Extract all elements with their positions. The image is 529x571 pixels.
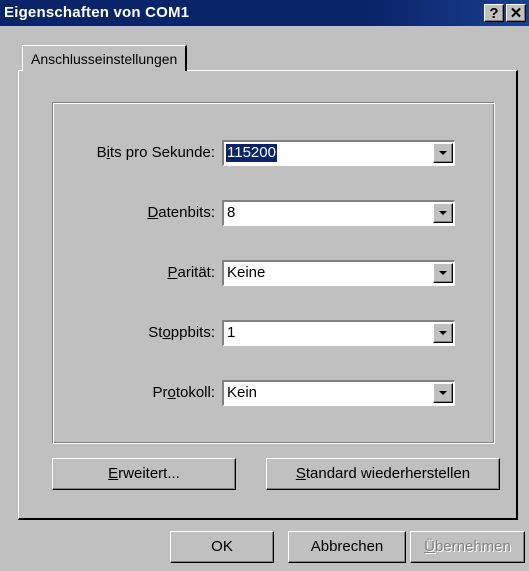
restore-defaults-button[interactable]: Standard wiederherstellen (266, 458, 500, 490)
parity-label: Parität: (167, 264, 215, 281)
tab-label: Anschlusseinstellungen (31, 51, 178, 67)
stop-bits-select[interactable]: 1 (222, 320, 455, 346)
bits-per-second-label: Bits pro Sekunde: (96, 144, 215, 161)
data-bits-value: 8 (227, 204, 236, 221)
data-bits-label: Datenbits: (147, 204, 215, 221)
parity-select[interactable]: Keine (222, 260, 455, 286)
help-icon: ? (489, 5, 499, 22)
chevron-down-icon[interactable] (433, 263, 453, 283)
help-button[interactable]: ? (484, 4, 504, 22)
ok-button[interactable]: OK (170, 531, 274, 563)
chevron-down-icon[interactable] (433, 143, 453, 163)
chevron-down-icon[interactable] (433, 383, 453, 403)
close-button[interactable]: ✕ (506, 4, 526, 22)
chevron-down-icon[interactable] (433, 203, 453, 223)
title-bar[interactable]: Eigenschaften von COM1 ? ✕ (0, 0, 529, 26)
chevron-down-icon[interactable] (433, 323, 453, 343)
flow-control-value: Kein (227, 384, 258, 401)
advanced-button[interactable]: Erweitert... (52, 458, 236, 490)
flow-control-label: Protokoll: (152, 384, 215, 401)
window-title: Eigenschaften von COM1 (4, 4, 190, 21)
close-icon: ✕ (509, 5, 523, 22)
data-bits-select[interactable]: 8 (222, 200, 455, 226)
cancel-button[interactable]: Abbrechen (288, 531, 406, 563)
stop-bits-value: 1 (227, 324, 236, 341)
tab-port-settings[interactable]: Anschlusseinstellungen (22, 45, 188, 71)
apply-button[interactable]: Übernehmen (410, 531, 525, 563)
flow-control-select[interactable]: Kein (222, 380, 455, 406)
properties-window: Eigenschaften von COM1 ? ✕ Anschlusseins… (0, 0, 529, 571)
bits-per-second-select[interactable]: 115200 (222, 140, 455, 166)
parity-value: Keine (227, 264, 266, 281)
bits-per-second-value: 115200 (226, 144, 277, 162)
stop-bits-label: Stoppbits: (148, 324, 215, 341)
